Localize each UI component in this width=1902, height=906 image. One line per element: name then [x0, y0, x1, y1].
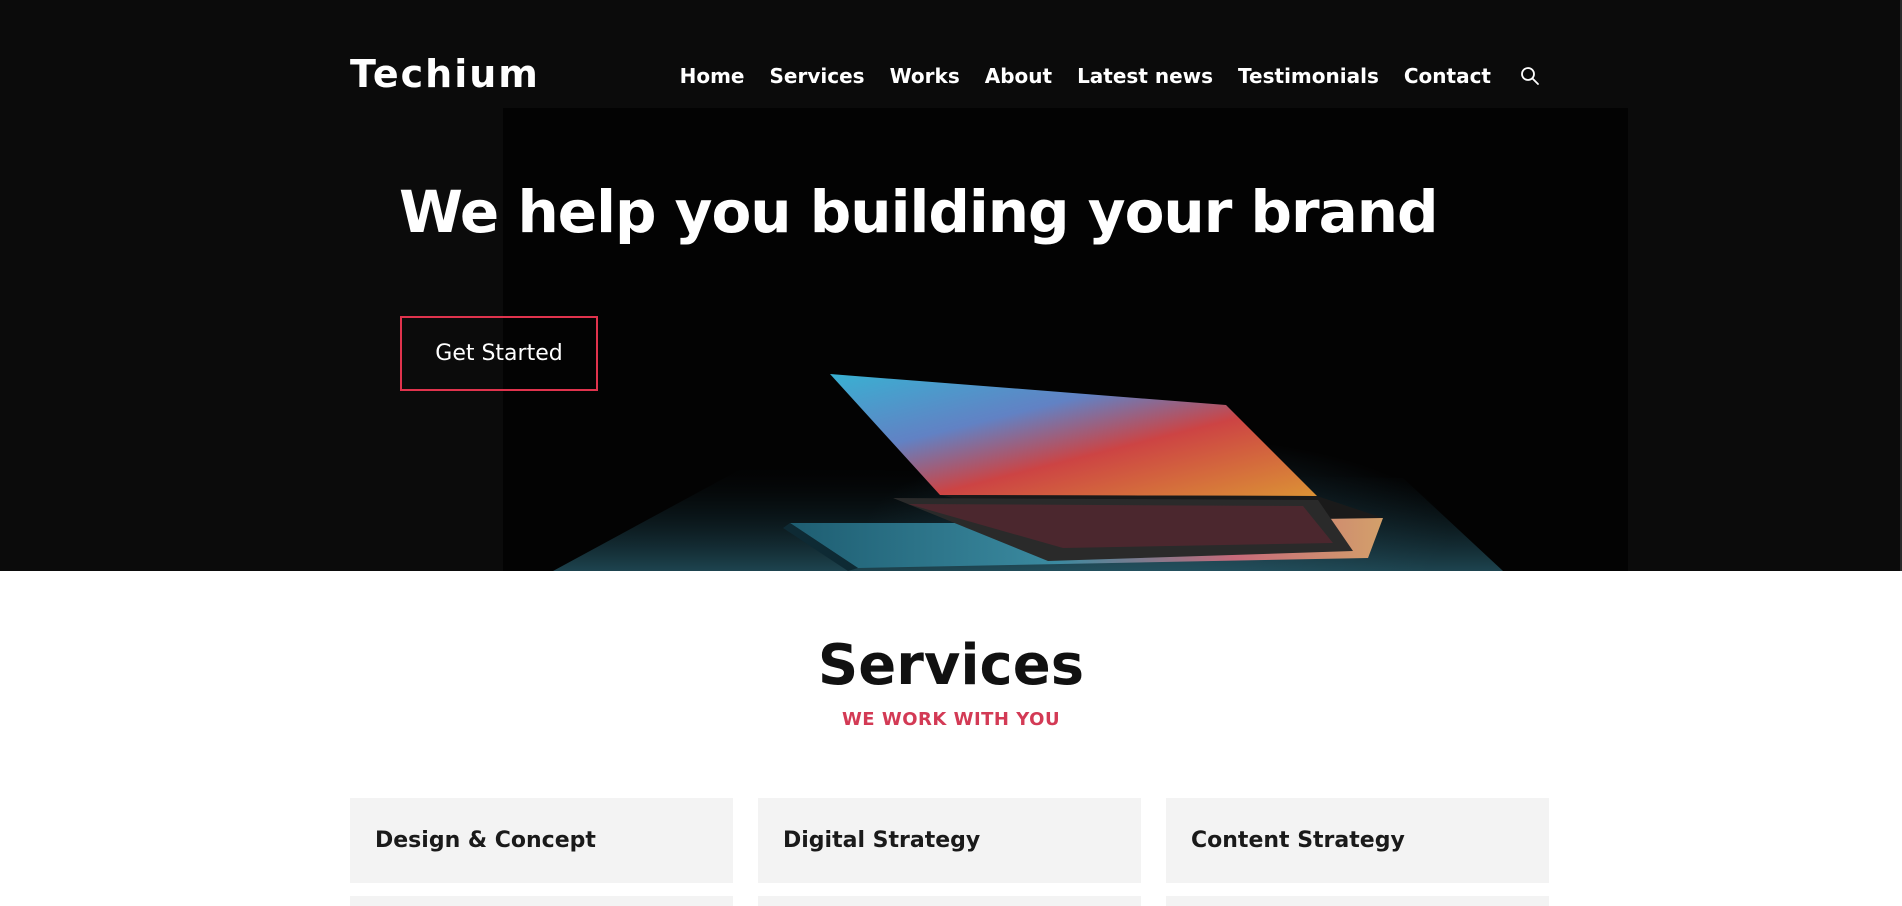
site-logo[interactable]: Techium — [350, 52, 540, 96]
services-subtitle: WE WORK WITH YOU — [841, 709, 1061, 730]
service-card-content-strategy[interactable]: Content Strategy — [1166, 798, 1549, 883]
nav-about[interactable]: About — [985, 64, 1052, 88]
nav-services[interactable]: Services — [770, 64, 865, 88]
service-card-digital-strategy[interactable]: Digital Strategy — [758, 798, 1141, 883]
service-card-next — [1166, 896, 1549, 906]
search-icon[interactable] — [1518, 64, 1542, 88]
page: Techium Home Services Works About Latest… — [0, 0, 1902, 906]
main-nav: Home Services Works About Latest news Te… — [680, 64, 1542, 88]
services-title: Services — [817, 633, 1085, 698]
get-started-button[interactable]: Get Started — [400, 316, 598, 391]
hero-section: Techium Home Services Works About Latest… — [0, 0, 1902, 571]
service-card-label: Digital Strategy — [783, 828, 981, 853]
service-card-next — [758, 896, 1141, 906]
nav-works[interactable]: Works — [890, 64, 960, 88]
service-card-label: Content Strategy — [1191, 828, 1405, 853]
hero-title: We help you building your brand — [399, 178, 1439, 246]
nav-testimonials[interactable]: Testimonials — [1238, 64, 1379, 88]
service-card-next — [350, 896, 733, 906]
service-card-design-concept[interactable]: Design & Concept — [350, 798, 733, 883]
nav-home[interactable]: Home — [680, 64, 745, 88]
nav-latest-news[interactable]: Latest news — [1077, 64, 1213, 88]
nav-contact[interactable]: Contact — [1404, 64, 1491, 88]
service-card-label: Design & Concept — [375, 828, 596, 853]
